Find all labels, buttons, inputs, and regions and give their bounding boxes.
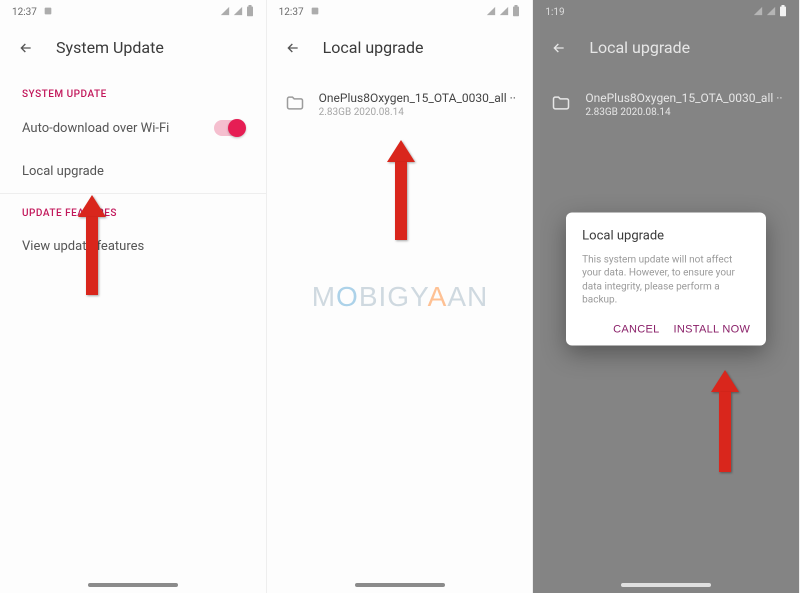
annotation-arrow — [387, 140, 415, 240]
signal-icon — [753, 6, 763, 19]
row-view-update-features[interactable]: View update features — [0, 225, 266, 268]
page-title: Local upgrade — [589, 38, 690, 57]
nav-handle[interactable] — [355, 583, 445, 587]
status-bar: 12:37 — [0, 0, 266, 24]
row-label: Auto-download over Wi-Fi — [22, 121, 214, 136]
page-title: Local upgrade — [323, 38, 424, 57]
row-label: Local upgrade — [22, 164, 244, 179]
status-time: 1:19 — [545, 7, 564, 18]
row-autodownload-wifi[interactable]: Auto-download over Wi-Fi — [0, 106, 266, 150]
nav-handle[interactable] — [88, 583, 178, 587]
install-now-button[interactable]: INSTALL NOW — [674, 323, 751, 335]
section-label-update-features: UPDATE FEATURES — [0, 194, 266, 225]
status-time: 12:37 — [12, 7, 37, 18]
signal-icon — [766, 6, 776, 19]
battery-icon — [246, 5, 254, 20]
signal-icon — [486, 6, 496, 19]
header: System Update — [0, 24, 266, 75]
folder-icon — [285, 93, 305, 113]
section-label-system-update: SYSTEM UPDATE — [0, 75, 266, 106]
folder-icon — [551, 93, 571, 113]
screenshot-panel-3: 1:19 Local upgrade OnePlus8Oxygen_15_OTA… — [533, 0, 800, 593]
header: Local upgrade — [267, 24, 533, 75]
dialog-body: This system update will not affect your … — [582, 253, 750, 307]
back-arrow-icon[interactable] — [285, 40, 301, 56]
toggle-autodownload[interactable] — [214, 120, 244, 136]
screenshot-panel-1: 12:37 System Update SYSTEM UPDATE Auto-d… — [0, 0, 267, 593]
battery-icon — [512, 5, 520, 20]
notification-icon — [43, 6, 53, 19]
dialog-local-upgrade: Local upgrade This system update will no… — [566, 212, 766, 345]
file-meta: 2.83GB 2020.08.14 — [585, 107, 783, 118]
file-row-ota-package[interactable]: OnePlus8Oxygen_15_OTA_0030_all ·· 2.83GB… — [267, 75, 533, 134]
header: Local upgrade — [533, 24, 799, 75]
notification-icon — [310, 6, 320, 19]
row-local-upgrade[interactable]: Local upgrade — [0, 150, 266, 193]
signal-icon — [233, 6, 243, 19]
status-bar: 1:19 — [533, 0, 799, 24]
screenshot-panel-2: 12:37 Local upgrade OnePlus8Ox — [267, 0, 534, 593]
back-arrow-icon — [551, 40, 567, 56]
file-name: OnePlus8Oxygen_15_OTA_0030_all ·· — [319, 91, 517, 105]
nav-handle[interactable] — [621, 583, 711, 587]
row-label: View update features — [22, 239, 244, 254]
cancel-button[interactable]: CANCEL — [613, 323, 659, 335]
file-row-ota-package: OnePlus8Oxygen_15_OTA_0030_all ·· 2.83GB… — [533, 75, 799, 134]
status-time: 12:37 — [279, 7, 304, 18]
page-title: System Update — [56, 38, 164, 57]
signal-icon — [220, 6, 230, 19]
dialog-title: Local upgrade — [582, 228, 750, 243]
file-name: OnePlus8Oxygen_15_OTA_0030_all ·· — [585, 91, 783, 105]
battery-icon — [779, 5, 787, 20]
status-bar: 12:37 — [267, 0, 533, 24]
back-arrow-icon[interactable] — [18, 40, 34, 56]
file-meta: 2.83GB 2020.08.14 — [319, 107, 517, 118]
signal-icon — [499, 6, 509, 19]
